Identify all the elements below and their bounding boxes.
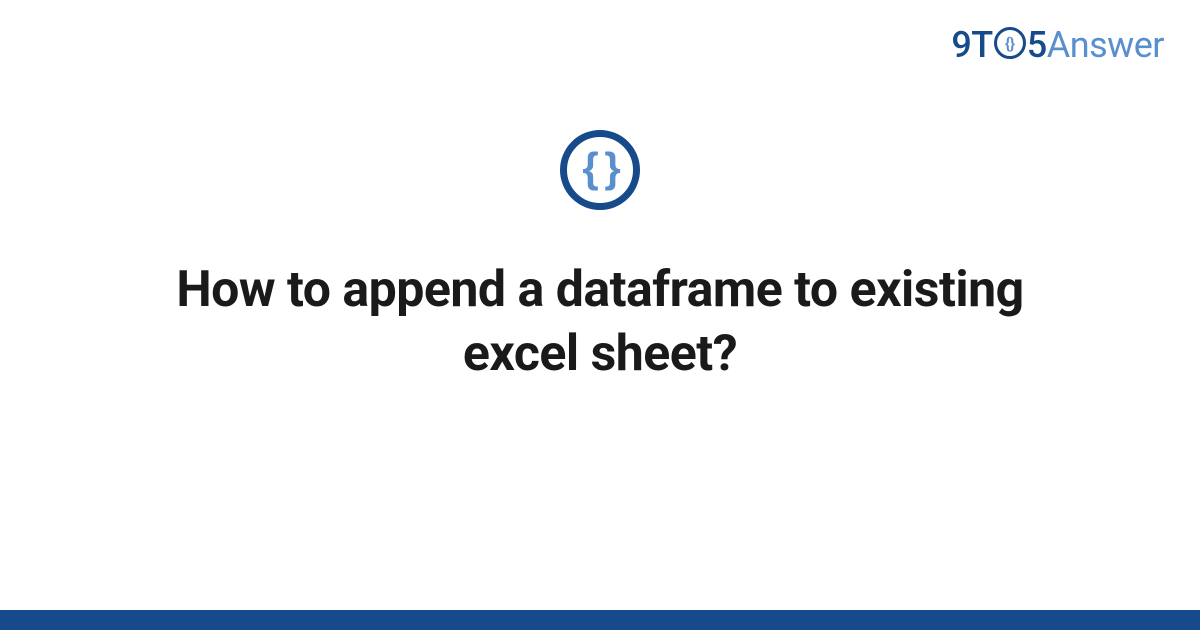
question-title: How to append a dataframe to existing ex… [150,258,1050,386]
logo-text-5: 5 [1027,24,1047,66]
site-logo: 9T {} 5 Answer [951,24,1164,66]
braces-glyph: { } [582,147,617,189]
logo-circle-icon: {} [994,27,1026,59]
footer-bar [0,610,1200,630]
main-content: { } How to append a dataframe to existin… [0,130,1200,386]
logo-text-9t: 9T [951,24,992,66]
code-braces-icon: { } [560,130,640,210]
logo-text-answer: Answer [1047,24,1164,66]
